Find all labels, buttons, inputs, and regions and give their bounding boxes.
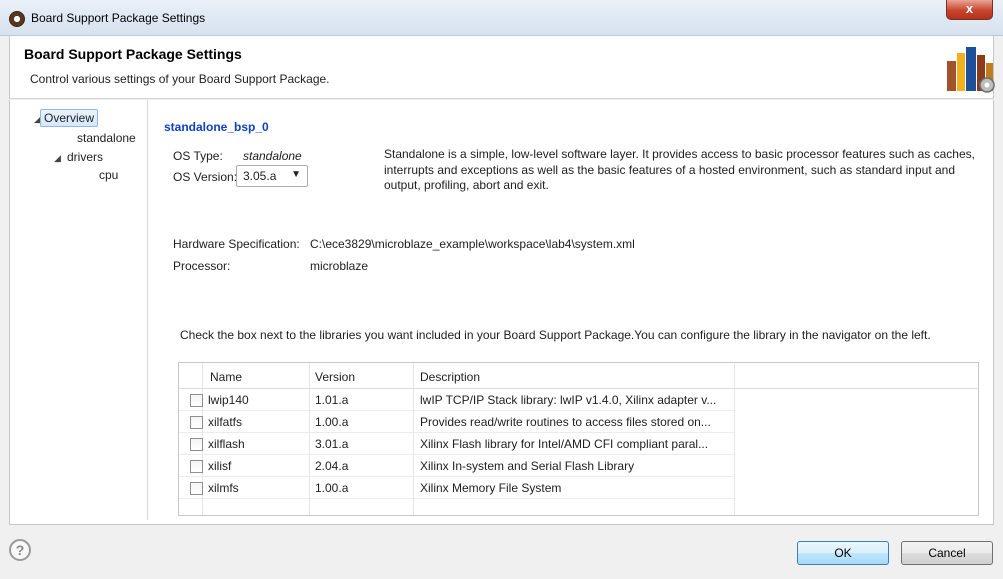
library-name: lwip140: [208, 393, 249, 407]
library-name: xilflash: [208, 437, 245, 451]
library-description: lwIP TCP/IP Stack library: lwIP v1.4.0, …: [420, 393, 717, 407]
library-version: 1.00.a: [315, 415, 349, 429]
library-name: xilisf: [208, 459, 232, 473]
tree-item-label: standalone: [77, 131, 136, 145]
library-description: Xilinx In-system and Serial Flash Librar…: [420, 459, 635, 473]
column-header-description[interactable]: Description: [420, 370, 480, 384]
column-header-version[interactable]: Version: [315, 370, 355, 384]
window-title: Board Support Package Settings: [31, 11, 206, 25]
cancel-button[interactable]: Cancel: [901, 541, 993, 565]
library-description: Provides read/write routines to access f…: [420, 415, 711, 429]
tree-item-overview[interactable]: Overview: [40, 109, 99, 127]
os-version-label: OS Version:: [173, 170, 238, 184]
ok-button[interactable]: OK: [797, 541, 889, 565]
dropdown-arrow-icon: ▼: [291, 169, 301, 180]
os-type-label: OS Type:: [173, 149, 223, 163]
library-description: Xilinx Flash library for Intel/AMD CFI c…: [420, 437, 709, 451]
help-icon[interactable]: ?: [9, 539, 31, 561]
column-header-name[interactable]: Name: [210, 370, 242, 384]
sdk-app-icon: [9, 11, 25, 27]
page-title: Board Support Package Settings: [24, 46, 242, 62]
close-button[interactable]: x: [946, 0, 993, 20]
tree-item-cpu[interactable]: cpu: [99, 168, 118, 182]
dialog-header: Board Support Package Settings Control v…: [9, 36, 995, 99]
tree-item-label: cpu: [99, 168, 119, 182]
libraries-table: Name Version Description lwip140 1.01.a …: [178, 362, 979, 516]
os-version-value: 3.05.a: [243, 169, 277, 183]
libraries-instructions: Check the box next to the libraries you …: [180, 328, 931, 342]
tree-item-label: Overview: [44, 111, 95, 125]
os-type-value: standalone: [243, 149, 302, 163]
library-checkbox[interactable]: [190, 416, 203, 429]
library-version: 2.04.a: [315, 459, 349, 473]
library-checkbox[interactable]: [190, 482, 203, 495]
bsp-name: standalone_bsp_0: [164, 120, 269, 134]
library-name: xilfatfs: [208, 415, 243, 429]
tree-item-drivers[interactable]: drivers: [67, 150, 103, 164]
library-description: Xilinx Memory File System: [420, 481, 562, 495]
navigator-tree: ◢ Overview standalone ◢ drivers cpu: [20, 100, 148, 520]
library-version: 3.01.a: [315, 437, 349, 451]
processor-value: microblaze: [310, 259, 369, 273]
tree-item-label: drivers: [67, 150, 104, 164]
collapse-triangle-icon[interactable]: ◢: [54, 153, 61, 164]
tree-item-standalone[interactable]: standalone: [77, 131, 136, 145]
library-version: 1.01.a: [315, 393, 349, 407]
hardware-spec-label: Hardware Specification:: [173, 237, 300, 251]
processor-label: Processor:: [173, 259, 231, 273]
bookshelf-gear-icon: [947, 47, 995, 93]
window-titlebar: Board Support Package Settings x: [0, 0, 1003, 36]
hardware-spec-value: C:\ece3829\microblaze_example\workspace\…: [310, 237, 635, 251]
library-version: 1.00.a: [315, 481, 349, 495]
os-description: Standalone is a simple, low-level softwa…: [384, 147, 975, 192]
library-name: xilmfs: [208, 481, 239, 495]
library-checkbox[interactable]: [190, 460, 203, 473]
library-checkbox[interactable]: [190, 438, 203, 451]
os-version-select[interactable]: 3.05.a ▼: [236, 165, 308, 187]
library-checkbox[interactable]: [190, 394, 203, 407]
page-subtitle: Control various settings of your Board S…: [30, 72, 330, 86]
